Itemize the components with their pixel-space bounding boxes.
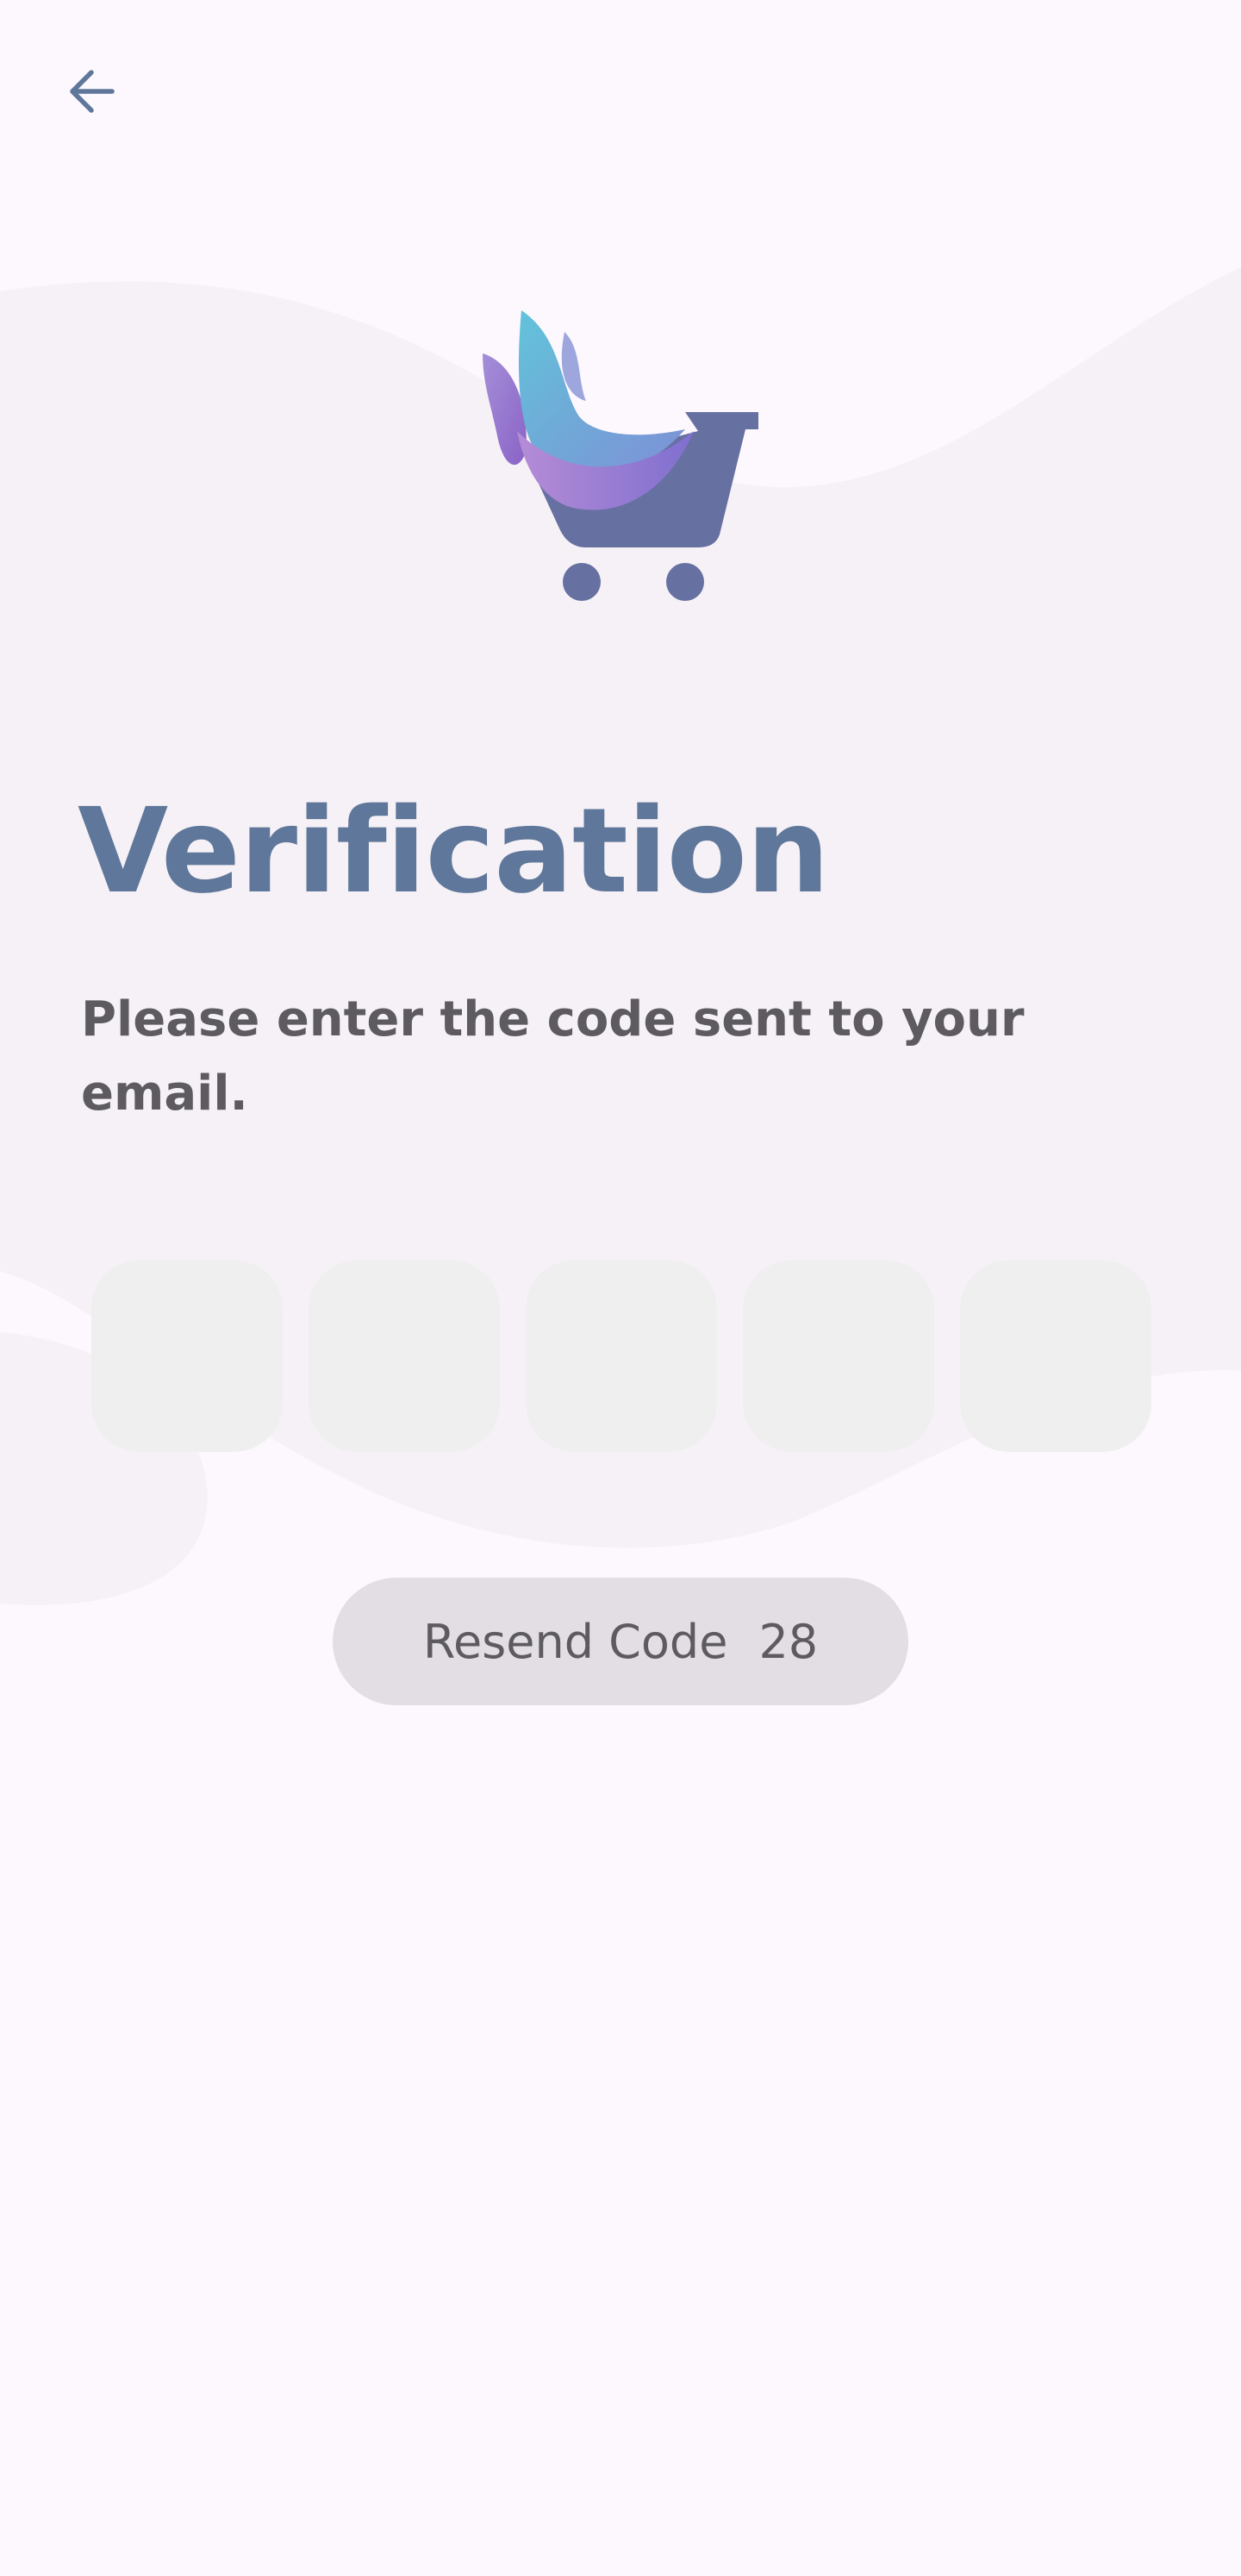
- otp-digit-5[interactable]: [960, 1260, 1151, 1452]
- otp-digit-3[interactable]: [526, 1260, 717, 1452]
- verification-screen: Verification Please enter the code sent …: [0, 0, 1241, 2576]
- resend-code-label: Resend Code: [422, 1614, 728, 1669]
- resend-code-button[interactable]: Resend Code 28: [333, 1578, 908, 1705]
- shopping-cart-flame-logo: [483, 310, 758, 601]
- cart-wheel-left: [563, 563, 601, 601]
- page-subtitle: Please enter the code sent to your email…: [81, 991, 1025, 1122]
- otp-input-group: [91, 1260, 1151, 1452]
- otp-digit-2[interactable]: [309, 1260, 500, 1452]
- resend-countdown: 28: [758, 1614, 819, 1669]
- back-button[interactable]: [48, 48, 134, 134]
- page-title: Verification: [78, 784, 830, 920]
- otp-digit-4[interactable]: [743, 1260, 934, 1452]
- flame-center: [518, 310, 685, 476]
- cart-wheel-right: [666, 563, 704, 601]
- arrow-left-icon: [70, 70, 115, 113]
- otp-digit-1[interactable]: [91, 1260, 283, 1452]
